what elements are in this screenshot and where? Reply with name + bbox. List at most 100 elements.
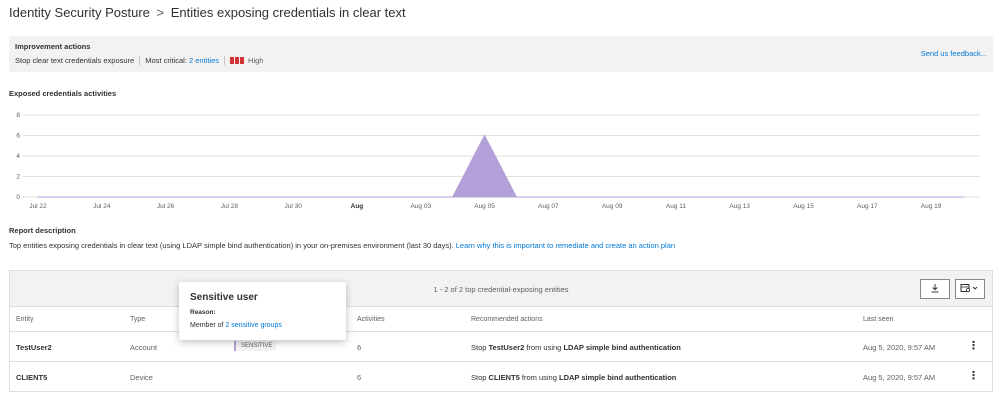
recommended-action: Stop TestUser2 from using LDAP simple bi… <box>471 343 681 352</box>
entity-type: Device <box>130 373 153 382</box>
column-type[interactable]: Type <box>130 316 145 323</box>
data-point <box>356 196 358 198</box>
data-point <box>515 196 518 198</box>
rec-middle: from using <box>521 373 557 382</box>
x-tick-label: Aug <box>351 203 364 210</box>
activities-count: 6 <box>357 373 362 382</box>
column-entity[interactable]: Entity <box>16 316 34 323</box>
breadcrumb-separator: > <box>156 5 165 20</box>
activities-count: 6 <box>357 343 362 352</box>
page-title: Identity Security Posture > Entities exp… <box>9 5 406 20</box>
data-point <box>898 196 900 198</box>
send-feedback-link[interactable]: Send us feedback... <box>921 49 987 58</box>
x-tick-label: Jul 30 <box>284 203 302 210</box>
data-point <box>101 196 103 198</box>
table-count: 1 - 2 of 2 top credential-exposing entit… <box>433 285 569 294</box>
improvement-heading: Improvement actions <box>15 42 91 51</box>
download-button[interactable] <box>920 279 950 299</box>
data-point <box>802 196 805 198</box>
divider <box>139 56 141 65</box>
data-point <box>133 196 135 198</box>
most-critical-label: Most critical: <box>145 56 187 65</box>
data-point <box>292 196 294 198</box>
report-heading: Report description <box>9 226 76 235</box>
x-tick-label: Aug 17 <box>857 203 878 210</box>
last-seen: Aug 5, 2020, 9:57 AM <box>863 343 936 352</box>
sensitive-tag[interactable]: SENSITIVE <box>234 341 277 351</box>
breadcrumb-parent[interactable]: Identity Security Posture <box>9 5 150 20</box>
data-point <box>643 196 645 198</box>
rec-entity: TestUser2 <box>488 343 525 352</box>
data-point <box>196 196 199 198</box>
improvement-actions-panel: Improvement actions Stop clear text cred… <box>9 36 993 72</box>
download-icon <box>930 283 940 295</box>
data-point <box>483 134 486 137</box>
tooltip-member-prefix: Member of <box>190 322 224 329</box>
x-tick-label: Jul 24 <box>93 203 111 210</box>
data-point <box>707 196 709 198</box>
column-recommended-actions[interactable]: Recommended actions <box>471 316 543 323</box>
series-area <box>38 134 963 198</box>
y-tick-label: 8 <box>16 112 20 119</box>
last-seen: Aug 5, 2020, 9:57 AM <box>863 373 936 382</box>
data-point <box>611 196 613 198</box>
x-tick-label: Jul 26 <box>157 203 175 210</box>
rec-method: LDAP simple bind authentication <box>559 373 677 382</box>
most-critical-link[interactable]: 2 entities <box>189 56 219 65</box>
x-tick-label: Aug 07 <box>538 203 559 210</box>
x-tick-label: Aug 19 <box>921 203 942 210</box>
column-options-button[interactable] <box>955 279 985 299</box>
y-tick-label: 6 <box>16 133 20 140</box>
report-description: Top entities exposing credentials in cle… <box>9 241 675 250</box>
column-options-icon <box>960 283 980 295</box>
data-point <box>834 196 837 198</box>
data-point <box>324 196 326 198</box>
x-tick-label: Jul 22 <box>29 203 47 210</box>
divider <box>224 56 226 65</box>
x-tick-label: Aug 11 <box>666 203 687 210</box>
breadcrumb-current: Entities exposing credentials in clear t… <box>170 5 406 20</box>
data-point <box>547 196 549 198</box>
severity-label: High <box>248 56 264 65</box>
tooltip-reason-label: Reason: <box>190 309 216 316</box>
data-point <box>962 196 964 198</box>
sensitive-groups-link[interactable]: 2 sensitive groups <box>225 322 281 329</box>
tooltip-title: Sensitive user <box>190 292 258 303</box>
data-point <box>771 196 773 198</box>
column-last-seen[interactable]: Last seen <box>863 316 893 323</box>
x-tick-label: Jul 28 <box>221 203 239 210</box>
data-point <box>452 196 454 198</box>
entity-name[interactable]: CLIENT5 <box>16 373 47 382</box>
improvement-action: Stop clear text credentials exposure <box>15 56 135 65</box>
x-tick-label: Aug 15 <box>793 203 814 210</box>
y-tick-label: 4 <box>16 153 20 160</box>
data-point <box>37 196 39 198</box>
sensitive-user-tooltip: Sensitive user Reason: Member of 2 sensi… <box>179 282 346 340</box>
x-tick-label: Aug 13 <box>729 203 750 210</box>
exposed-credentials-chart: 0 2 4 6 8 Jul 22 Jul 24 Jul 26 Jul 28 Jul 30 Aug Au… <box>16 112 980 210</box>
data-point <box>739 196 741 198</box>
data-point <box>260 196 262 198</box>
data-point <box>388 196 390 198</box>
rec-middle: from using <box>526 343 562 352</box>
data-point <box>164 196 167 198</box>
table-row[interactable]: TestUser2 Account 6 Stop TestUser2 from … <box>10 332 992 362</box>
rec-prefix: Stop <box>471 373 487 382</box>
report-text: Top entities exposing credentials in cle… <box>9 241 454 250</box>
data-point <box>579 196 581 198</box>
entity-name[interactable]: TestUser2 <box>16 343 52 352</box>
more-options-icon[interactable]: ⋮ <box>968 369 979 382</box>
severity-icon <box>230 57 245 64</box>
data-point <box>228 196 230 198</box>
tooltip-member: Member of 2 sensitive groups <box>190 322 282 329</box>
column-activities[interactable]: Activities <box>357 316 385 323</box>
y-tick-label: 0 <box>16 194 20 201</box>
data-point <box>675 196 677 198</box>
chart-heading: Exposed credentials activities <box>9 89 117 98</box>
learn-more-link[interactable]: Learn why this is important to remediate… <box>456 241 675 250</box>
x-tick-label: Aug 03 <box>410 203 431 210</box>
entities-table: 1 - 2 of 2 top credential-exposing entit… <box>9 270 993 392</box>
more-options-icon[interactable]: ⋮ <box>968 339 979 352</box>
table-row[interactable]: CLIENT5 Device 6 Stop CLIENT5 from using… <box>10 362 992 392</box>
table-toolbar: 1 - 2 of 2 top credential-exposing entit… <box>10 271 992 307</box>
